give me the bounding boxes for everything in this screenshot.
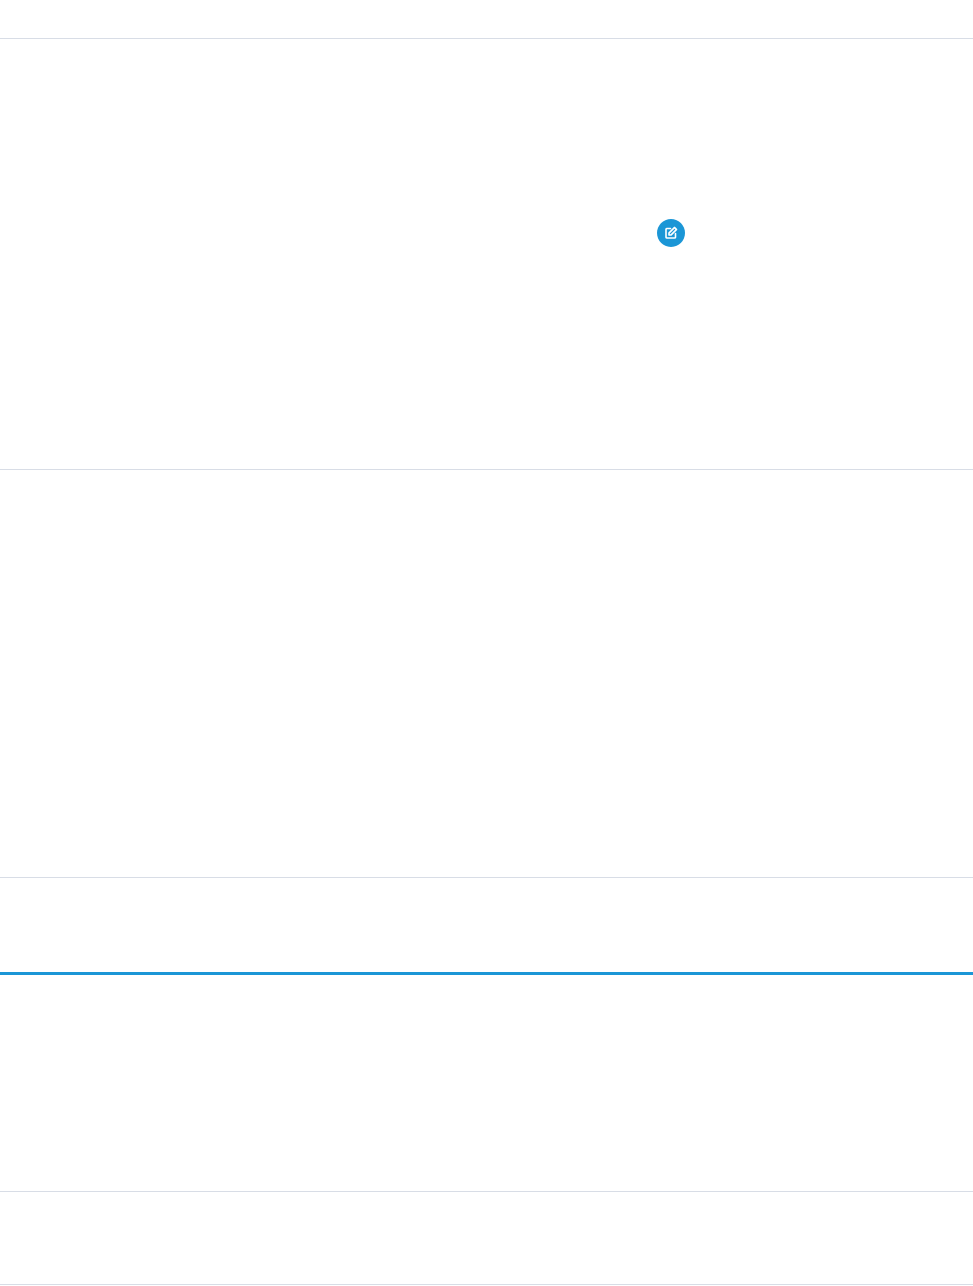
content-section <box>0 39 973 469</box>
edit-note-icon <box>663 225 679 241</box>
row-divider <box>0 1284 973 1285</box>
content-section <box>0 470 973 877</box>
content-section <box>0 975 973 1191</box>
content-section <box>0 1192 973 1284</box>
edit-button[interactable] <box>657 219 685 247</box>
content-section <box>0 878 973 972</box>
